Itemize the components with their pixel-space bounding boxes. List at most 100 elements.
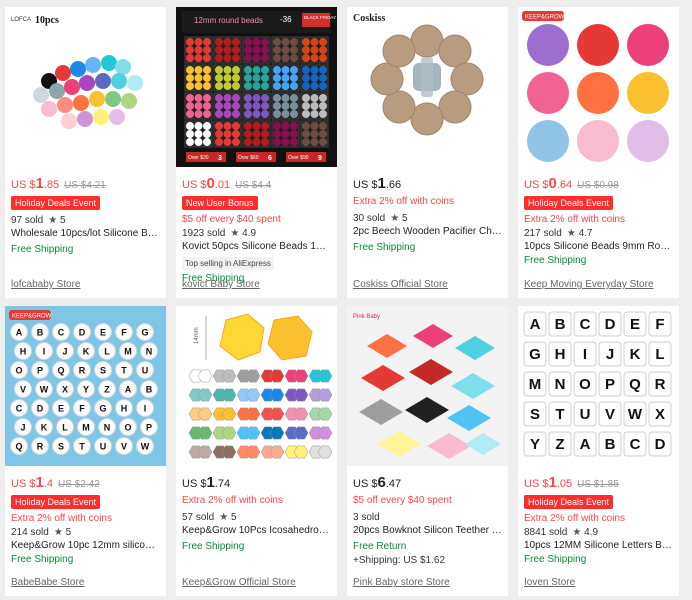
svg-text:B: B — [37, 328, 44, 338]
sales-rating: 57 sold ★ 5 — [182, 512, 237, 523]
brand-logo: Pink Baby — [353, 314, 380, 320]
thumb-text: 12mm round beads — [194, 16, 263, 25]
svg-text:I: I — [583, 346, 587, 363]
brand-logo: KEEP&GROW — [12, 314, 52, 320]
product-image[interactable]: 14mm — [176, 306, 337, 466]
store-link[interactable]: lofcababy Store — [11, 279, 81, 290]
product-title[interactable]: Keep&Grow 10pc 12mm silicone b... — [11, 539, 160, 552]
product-card[interactable]: Pink Baby US $6.47 $5 off every $40 spen… — [347, 306, 508, 596]
svg-text:E: E — [58, 404, 64, 414]
deal-badge: Holiday Deals Event — [11, 196, 101, 210]
svg-text:M: M — [529, 376, 542, 393]
promo-text: Extra 2% off with coins — [524, 513, 625, 524]
shipping-info: Free Shipping — [524, 255, 587, 266]
product-image[interactable]: Pink Baby — [347, 306, 508, 466]
product-card[interactable]: 12mm round beads -36 BLACK FRIDAY Over $… — [176, 7, 337, 298]
svg-text:A: A — [530, 316, 541, 333]
sales-rating: 3 sold — [353, 512, 380, 523]
svg-text:C: C — [16, 404, 23, 414]
svg-text:Z: Z — [555, 436, 564, 453]
svg-text:R: R — [655, 376, 666, 393]
star-icon: ★ — [48, 215, 58, 226]
svg-text:C: C — [580, 316, 591, 333]
thumb-text: 10pcs — [35, 15, 59, 26]
product-image[interactable]: Coskiss — [347, 7, 508, 167]
product-title[interactable]: 10pcs Silicone Beads 9mm Round ... — [524, 240, 673, 253]
product-image[interactable]: KEEP&GROW A B C D E F G H I J K L M N O P Q R S T U V W X Y Z A B C D… — [5, 306, 166, 466]
shipping-cost: +Shipping: US $1.62 — [353, 555, 446, 566]
price: US $1.05 US $1.85 — [524, 474, 619, 491]
brand-logo: KEEP&GROW — [525, 15, 565, 21]
svg-text:S: S — [58, 442, 64, 452]
svg-text:N: N — [555, 376, 566, 393]
product-title[interactable]: Keep&Grow 10Pcs Icosahedron Sili... — [182, 524, 331, 537]
promo-text: Extra 2% off with coins — [182, 495, 283, 506]
product-title[interactable]: Wholesale 10pcs/lot Silicone Bead... — [11, 227, 160, 240]
svg-text:U: U — [580, 406, 591, 423]
svg-text:D: D — [79, 328, 86, 338]
product-image[interactable]: 12mm round beads -36 BLACK FRIDAY Over $… — [176, 7, 337, 167]
svg-text:O: O — [124, 423, 131, 433]
price: US $0.01 US $4.4 — [182, 175, 272, 192]
store-link[interactable]: Pink Baby store Store — [353, 577, 450, 588]
product-card[interactable]: Coskiss US $1.66 Extra 2% off with coins… — [347, 7, 508, 298]
star-icon: ★ — [53, 527, 63, 538]
product-title[interactable]: 10pcs 12MM Silicone Letters Bead... — [524, 539, 673, 552]
svg-text:S: S — [530, 406, 540, 423]
svg-text:T: T — [121, 366, 127, 376]
store-link[interactable]: Keep&Grow Official Store — [182, 577, 296, 588]
svg-text:Over $60: Over $60 — [238, 155, 259, 161]
svg-text:R: R — [79, 366, 86, 376]
deal-badge: Holiday Deals Event — [524, 495, 614, 509]
svg-text:V: V — [20, 385, 26, 395]
store-link[interactable]: Keep Moving Everyday Store — [524, 279, 654, 290]
svg-text:M: M — [124, 347, 132, 357]
svg-text:Y: Y — [83, 385, 89, 395]
svg-text:W: W — [40, 385, 49, 395]
svg-text:S: S — [100, 366, 106, 376]
product-card[interactable]: KEEP&GROW US $0.64 US $0.98 Holiday Deals… — [518, 7, 679, 298]
product-image[interactable]: KEEP&GROW — [518, 7, 679, 167]
svg-text:A: A — [580, 436, 591, 453]
svg-text:L: L — [104, 347, 110, 357]
svg-text:3: 3 — [218, 155, 222, 162]
star-icon: ★ — [566, 228, 576, 239]
sales-rating: 217 sold ★ 4.7 — [524, 228, 593, 239]
deal-badge: Holiday Deals Event — [524, 196, 614, 210]
product-card[interactable]: LOFCA 10pcs US $1.85 US $4.21 Holiday Dea… — [5, 7, 166, 298]
svg-text:A: A — [125, 385, 132, 395]
svg-text:D: D — [37, 404, 44, 414]
svg-text:P: P — [146, 423, 152, 433]
product-card[interactable]: KEEP&GROW A B C D E F G H I J K L M N O P Q R S T U V W X Y Z A B C D… — [5, 306, 166, 596]
brand-logo: LOFCA — [11, 17, 31, 23]
price: US $0.64 US $0.98 — [524, 175, 619, 192]
store-link[interactable]: Coskiss Official Store — [353, 279, 448, 290]
svg-text:C: C — [630, 436, 641, 453]
svg-text:Over $30: Over $30 — [188, 155, 209, 161]
svg-text:N: N — [104, 423, 111, 433]
product-title[interactable]: 20pcs Bowknot Silicon Teether Be... — [353, 524, 502, 537]
star-icon: ★ — [219, 512, 229, 523]
svg-text:X: X — [655, 406, 665, 423]
sales-rating: 8841 sold ★ 4.9 — [524, 527, 599, 538]
store-link[interactable]: BabeBabe Store — [11, 577, 84, 588]
svg-text:E: E — [100, 328, 106, 338]
product-image[interactable]: ABCDEFGHIJKLMNOPQRSTUVWXYZABCD — [518, 306, 679, 466]
product-card[interactable]: 14mm US $1.74 Extra 2% off with coins 57… — [176, 306, 337, 596]
product-image[interactable]: LOFCA 10pcs — [5, 7, 166, 167]
svg-text:U: U — [142, 366, 149, 376]
svg-text:W: W — [628, 406, 643, 423]
product-grid: LOFCA 10pcs US $1.85 US $4.21 Holiday Dea… — [0, 0, 692, 600]
shipping-info: Free Shipping — [182, 541, 245, 552]
product-title[interactable]: 2pc Beech Wooden Pacifier Chain ... — [353, 225, 502, 238]
promo-text: $5 off every $40 spent — [353, 495, 452, 506]
store-link[interactable]: kovict Baby Store — [182, 279, 260, 290]
store-link[interactable]: Ioven Store — [524, 577, 575, 588]
svg-text:I: I — [144, 404, 147, 414]
product-card[interactable]: ABCDEFGHIJKLMNOPQRSTUVWXYZABCD US $1.05 U… — [518, 306, 679, 596]
product-title[interactable]: Kovict 50pcs Silicone Beads 12mm... — [182, 240, 331, 253]
top-selling-tag: Top selling in AliExpress — [182, 257, 274, 270]
svg-text:W: W — [141, 442, 150, 452]
svg-text:L: L — [655, 346, 664, 363]
price: US $6.47 — [353, 474, 402, 491]
